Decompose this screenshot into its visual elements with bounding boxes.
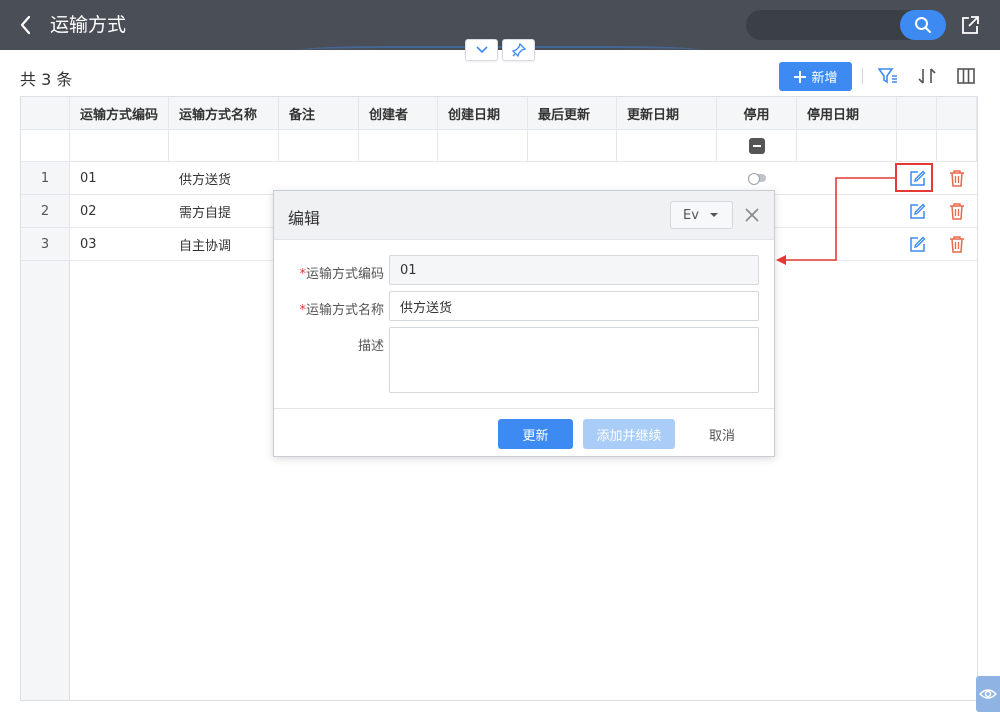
dialog-footer: 更新 添加并继续 取消 [274,408,774,456]
back-icon[interactable] [14,12,38,38]
eye-icon [979,689,997,699]
cell-code[interactable]: 01 [70,162,169,194]
cell-name[interactable]: 供方送货 [169,162,279,194]
field-label-description: 描述 [357,339,384,354]
update-button[interactable]: 更新 [498,419,573,449]
pin-button[interactable] [502,39,535,61]
columns-icon[interactable] [956,66,976,86]
edit-dialog: 编辑 Ev *运输方式编码 01 *运输方式名称 供方送货 描述 更新 添加并继… [273,190,775,457]
grid-filter-row [21,130,977,162]
delete-button[interactable] [937,195,977,227]
indeterminate-checkbox-icon[interactable] [748,137,765,154]
language-value: Ev [683,207,699,223]
edit-button[interactable] [897,228,937,260]
cell-name[interactable]: 需方自提 [169,195,279,227]
action-header [937,97,977,129]
field-label-name: *运输方式名称 [299,303,384,318]
filter-cell[interactable] [359,130,438,161]
delete-button[interactable] [937,162,977,194]
column-header[interactable]: 最后更新 [528,97,617,129]
share-icon[interactable] [960,14,980,36]
filter-row-number [21,130,70,161]
page-title: 运输方式 [50,14,127,36]
cell-code[interactable]: 02 [70,195,169,227]
dialog-header: 编辑 Ev [274,191,774,240]
cancel-button[interactable]: 取消 [692,419,752,449]
filter-cell[interactable] [279,130,359,161]
column-header[interactable]: 运输方式编码 [70,97,169,129]
name-field[interactable]: 供方送货 [389,291,759,321]
column-header[interactable]: 创建者 [359,97,438,129]
filter-cell[interactable] [797,130,897,161]
collapse-toggle-button[interactable] [465,39,498,61]
close-icon[interactable] [744,207,760,223]
filter-cell[interactable] [438,130,528,161]
corner-cell [21,97,70,129]
edit-icon [909,203,925,219]
filter-cell[interactable] [70,130,169,161]
search-input[interactable] [746,10,946,40]
disabled-filter-checkbox[interactable] [717,130,797,161]
search-icon [915,17,931,33]
field-label-code: *运输方式编码 [299,267,384,282]
row-number: 3 [21,228,70,260]
column-header[interactable]: 停用 [717,97,797,129]
annotation-arrow [776,177,895,265]
chevron-down-icon [475,46,488,54]
filter-cell[interactable] [617,130,717,161]
trash-icon [950,170,964,187]
row-number: 1 [21,162,70,194]
pin-icon [511,43,526,57]
column-header[interactable]: 备注 [279,97,359,129]
filter-cell[interactable] [169,130,279,161]
filter-cell [937,130,977,161]
cell-code[interactable]: 03 [70,228,169,260]
column-header[interactable]: 创建日期 [438,97,528,129]
add-and-continue-button[interactable]: 添加并继续 [583,419,675,449]
language-select[interactable]: Ev [670,201,733,229]
code-field[interactable]: 01 [389,255,759,285]
app-header: 运输方式 [0,0,1000,50]
highlight-box [895,163,933,192]
column-header[interactable]: 运输方式名称 [169,97,279,129]
search-button[interactable] [900,10,946,40]
dialog-title: 编辑 [288,209,321,228]
edit-button[interactable] [897,195,937,227]
trash-icon [950,236,964,253]
toggle-switch[interactable] [748,173,766,185]
record-count: 共 3 条 [20,70,73,89]
header-divider [300,46,700,54]
plus-icon [794,70,807,83]
column-header[interactable]: 更新日期 [617,97,717,129]
add-button-label: 新增 [811,71,838,86]
trash-icon [950,203,964,220]
filter-icon[interactable] [877,66,898,86]
sort-icon[interactable] [917,66,937,86]
row-number: 2 [21,195,70,227]
action-header [897,97,937,129]
preview-button[interactable] [976,676,1000,712]
description-field[interactable] [389,327,759,393]
edit-icon [909,236,925,252]
delete-button[interactable] [937,228,977,260]
column-header[interactable]: 停用日期 [797,97,897,129]
filter-cell[interactable] [528,130,617,161]
cell-name[interactable]: 自主协调 [169,228,279,260]
toolbar-divider [862,68,863,84]
grid-header-row: 运输方式编码 运输方式名称 备注 创建者 创建日期 最后更新 更新日期 停用 停… [21,97,977,130]
filter-cell [897,130,937,161]
add-button[interactable]: 新增 [779,62,852,91]
caret-down-icon [709,213,718,217]
